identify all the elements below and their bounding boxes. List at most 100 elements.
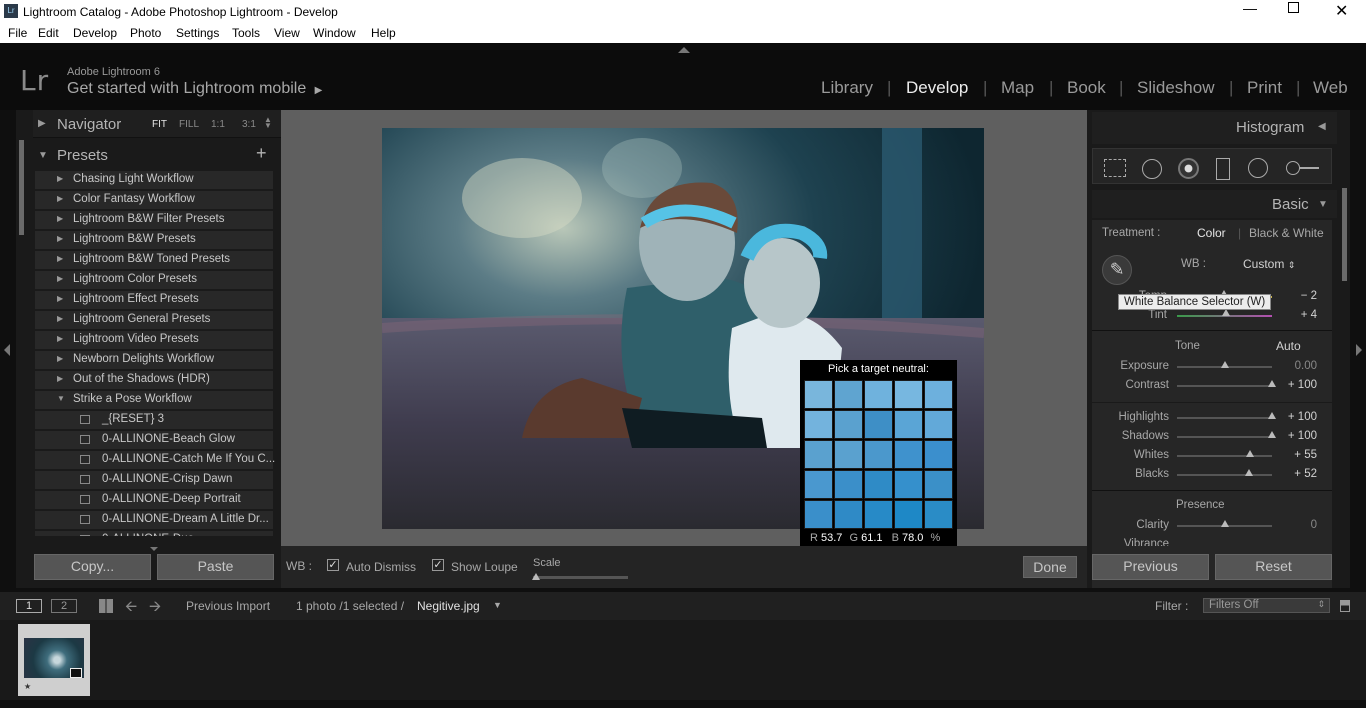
copy-button[interactable]: Copy... bbox=[34, 554, 151, 580]
highlights-slider[interactable] bbox=[1177, 417, 1272, 419]
preset-folder[interactable]: ▶ Color Fantasy Workflow bbox=[35, 190, 273, 209]
view-1-button[interactable]: 1 bbox=[16, 599, 42, 613]
blacks-knob[interactable] bbox=[1245, 469, 1254, 476]
shadows-knob[interactable] bbox=[1268, 431, 1276, 438]
clarity-knob[interactable] bbox=[1220, 520, 1229, 527]
contrast-slider[interactable] bbox=[1177, 385, 1272, 387]
radial-filter-icon[interactable] bbox=[1248, 158, 1268, 178]
wb-selector-button[interactable]: ✏ bbox=[1102, 255, 1132, 285]
menu-view[interactable]: View bbox=[274, 26, 300, 40]
preset-folder[interactable]: ▶ Lightroom General Presets bbox=[35, 310, 273, 329]
shadows-slider[interactable] bbox=[1177, 436, 1272, 438]
maximize-icon[interactable] bbox=[1288, 2, 1299, 13]
navigator-expand-icon[interactable]: ▶ bbox=[38, 118, 46, 129]
menu-help[interactable]: Help bbox=[371, 26, 396, 40]
back-arrow-icon[interactable]: 🡨 bbox=[125, 596, 137, 621]
zoom-1-1[interactable]: 1:1 bbox=[211, 119, 225, 130]
presets-collapse-icon[interactable]: ▼ bbox=[38, 150, 48, 161]
folder-collapse-icon[interactable]: ▼ bbox=[57, 394, 65, 403]
clarity-value[interactable]: 0 bbox=[1281, 519, 1317, 531]
folder-expand-icon[interactable]: ▶ bbox=[57, 374, 63, 383]
left-panel-toggle-icon[interactable] bbox=[4, 344, 10, 356]
menu-settings[interactable]: Settings bbox=[176, 26, 219, 40]
folder-expand-icon[interactable]: ▶ bbox=[57, 274, 63, 283]
right-scrollbar[interactable] bbox=[1342, 188, 1347, 281]
zoom-stepper-icon[interactable]: ▲ ▼ bbox=[264, 116, 272, 130]
crop-overlay-icon[interactable] bbox=[1104, 159, 1126, 177]
basic-collapse-icon[interactable]: ▼ bbox=[1318, 199, 1328, 210]
menu-photo[interactable]: Photo bbox=[130, 26, 161, 40]
preset-folder[interactable]: ▶ Lightroom Color Presets bbox=[35, 270, 273, 289]
auto-dismiss-checkbox[interactable]: ✓ bbox=[327, 559, 339, 571]
file-name[interactable]: Negitive.jpg bbox=[417, 599, 480, 613]
treatment-color[interactable]: Color bbox=[1197, 226, 1226, 240]
tint-knob[interactable] bbox=[1222, 309, 1231, 316]
module-print[interactable]: Print bbox=[1247, 78, 1282, 98]
preset-item[interactable]: 0-ALLINONE-Deep Portrait bbox=[35, 490, 273, 509]
histogram-collapse-icon[interactable]: ◀ bbox=[1318, 121, 1326, 132]
menu-file[interactable]: File bbox=[8, 26, 27, 40]
folder-expand-icon[interactable]: ▶ bbox=[57, 294, 63, 303]
preset-folder[interactable]: ▼ Strike a Pose Workflow bbox=[35, 390, 273, 409]
zoom-3-1[interactable]: 3:1 bbox=[242, 119, 256, 130]
auto-tone-button[interactable]: Auto bbox=[1276, 339, 1301, 353]
folder-expand-icon[interactable]: ▶ bbox=[57, 254, 63, 263]
module-develop[interactable]: Develop bbox=[906, 78, 968, 98]
preset-item[interactable]: _{RESET} 3 bbox=[35, 410, 273, 429]
wb-value-dropdown[interactable]: Custom ⇕ bbox=[1243, 257, 1295, 271]
menu-develop[interactable]: Develop bbox=[73, 26, 117, 40]
filter-lock-icon[interactable] bbox=[1340, 600, 1350, 612]
highlights-value[interactable]: + 100 bbox=[1281, 411, 1317, 423]
module-map[interactable]: Map bbox=[1001, 78, 1034, 98]
grid-view-icon[interactable] bbox=[99, 599, 113, 613]
preset-item[interactable]: 0-ALLINONE-Crisp Dawn bbox=[35, 470, 273, 489]
preset-folder[interactable]: ▶ Chasing Light Workflow bbox=[35, 170, 273, 189]
menu-window[interactable]: Window bbox=[313, 26, 356, 40]
done-button[interactable]: Done bbox=[1023, 556, 1077, 578]
scale-slider-knob[interactable] bbox=[532, 573, 540, 580]
module-slideshow[interactable]: Slideshow bbox=[1137, 78, 1215, 98]
preset-folder[interactable]: ▶ Lightroom B&W Filter Presets bbox=[35, 210, 273, 229]
treatment-bw[interactable]: Black & White bbox=[1249, 226, 1324, 240]
preset-item[interactable]: 0-ALLINONE-Dream A Little Dr... bbox=[35, 510, 273, 529]
preset-folder[interactable]: ▶ Lightroom B&W Toned Presets bbox=[35, 250, 273, 269]
minimize-icon[interactable]: — bbox=[1243, 0, 1257, 16]
module-web[interactable]: Web bbox=[1313, 78, 1348, 98]
menu-tools[interactable]: Tools bbox=[232, 26, 260, 40]
folder-expand-icon[interactable]: ▶ bbox=[57, 334, 63, 343]
previous-button[interactable]: Previous bbox=[1092, 554, 1209, 580]
adjustment-brush-icon[interactable] bbox=[1286, 161, 1320, 175]
preset-folder[interactable]: ▶ Lightroom B&W Presets bbox=[35, 230, 273, 249]
folder-expand-icon[interactable]: ▶ bbox=[57, 194, 63, 203]
left-scrollbar[interactable] bbox=[19, 140, 24, 235]
file-dropdown-icon[interactable]: ▼ bbox=[493, 600, 502, 610]
temp-value[interactable]: − 2 bbox=[1281, 290, 1317, 302]
close-icon[interactable]: ✕ bbox=[1335, 1, 1348, 21]
whites-knob[interactable] bbox=[1246, 450, 1255, 457]
menu-edit[interactable]: Edit bbox=[38, 26, 59, 40]
folder-expand-icon[interactable]: ▶ bbox=[57, 234, 63, 243]
preset-folder[interactable]: ▶ Out of the Shadows (HDR) bbox=[35, 370, 273, 389]
preset-item[interactable]: 0-ALLINONE-Beach Glow bbox=[35, 430, 273, 449]
mobile-link[interactable]: Get started with Lightroom mobile ▶ bbox=[67, 80, 322, 98]
folder-expand-icon[interactable]: ▶ bbox=[57, 174, 63, 183]
contrast-knob[interactable] bbox=[1268, 380, 1276, 387]
zoom-fill[interactable]: FILL bbox=[179, 119, 199, 130]
blacks-value[interactable]: + 52 bbox=[1281, 468, 1317, 480]
right-panel-toggle-icon[interactable] bbox=[1356, 344, 1362, 356]
shadows-value[interactable]: + 100 bbox=[1281, 430, 1317, 442]
view-2-button[interactable]: 2 bbox=[51, 599, 77, 613]
module-library[interactable]: Library bbox=[821, 78, 873, 98]
scale-slider[interactable] bbox=[533, 576, 628, 579]
forward-arrow-icon[interactable]: 🡪 bbox=[149, 596, 161, 621]
contrast-value[interactable]: + 100 bbox=[1281, 379, 1317, 391]
preset-folder[interactable]: ▶ Newborn Delights Workflow bbox=[35, 350, 273, 369]
filter-select[interactable]: Filters Off ⇕ bbox=[1203, 598, 1330, 613]
collapse-top-icon[interactable] bbox=[678, 47, 690, 53]
preset-folder[interactable]: ▶ Lightroom Video Presets bbox=[35, 330, 273, 349]
highlights-knob[interactable] bbox=[1268, 412, 1276, 419]
filmstrip-thumbnail[interactable]: ★ bbox=[18, 624, 90, 696]
red-eye-icon[interactable] bbox=[1178, 158, 1199, 179]
module-book[interactable]: Book bbox=[1067, 78, 1106, 98]
tint-value[interactable]: + 4 bbox=[1281, 309, 1317, 321]
